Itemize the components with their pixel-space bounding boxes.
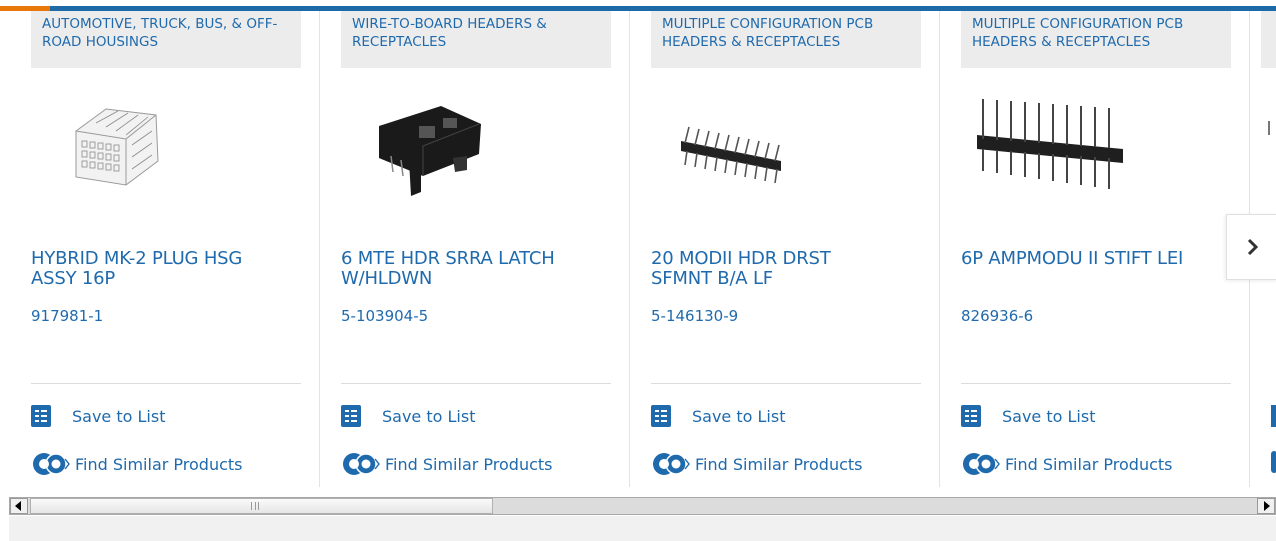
find-similar-button[interactable]: Find Similar Products [961,451,1173,477]
part-number[interactable]: 5-103904-5 [341,307,428,325]
product-category[interactable]: AUTOMOTIVE, TRUCK, BUS, & OFF-ROAD HOUSI… [31,11,301,68]
card-divider [341,383,611,384]
horizontal-scrollbar[interactable] [9,497,1276,515]
product-category[interactable]: WIRE-TO-BOARD HEADERS & RECEPTACLES [341,11,611,68]
save-to-list-button[interactable]: Save to List [31,405,165,427]
card-divider [961,383,1231,384]
carousel-track: AUTOMOTIVE, TRUCK, BUS, & OFF-ROAD HOUSI… [10,11,1276,487]
find-similar-label: Find Similar Products [695,454,863,474]
scrollbar-grip [251,502,259,510]
arrow-left-icon [15,501,21,511]
product-image[interactable] [651,91,921,211]
carousel-next-button[interactable] [1226,214,1276,280]
card-divider [651,383,921,384]
find-similar-button[interactable]: Find Similar Products [341,451,553,477]
product-card: AUTOMOTIVE, TRUCK, BUS, & OFF-ROAD HOUSI… [10,11,320,487]
similar-products-icon [653,453,690,475]
save-to-list-button[interactable]: Save to List [651,405,785,427]
product-category[interactable]: MULTIPLE CONFIGURATION PCB HEADERS & REC… [961,11,1231,68]
checklist-icon [341,405,361,427]
product-image [1268,121,1270,135]
part-number[interactable]: 5-146130-9 [651,307,738,325]
find-similar-label: Find Similar Products [385,454,553,474]
product-title[interactable]: HYBRID MK-2 PLUG HSG ASSY 16P [31,249,301,289]
footer-strip [9,516,1276,541]
part-number[interactable]: 826936-6 [961,307,1033,325]
product-card: MULTIPLE CONFIGURATION PCB HEADERS & REC… [940,11,1250,487]
save-to-list-button[interactable]: Save to List [961,405,1095,427]
product-title[interactable]: 20 MODII HDR DRST SFMNT B/A LF [651,249,921,289]
save-to-list-label: Save to List [692,406,786,426]
product-card: MULTIPLE CONFIGURATION PCB HEADERS & REC… [630,11,940,487]
product-carousel: AUTOMOTIVE, TRUCK, BUS, & OFF-ROAD HOUSI… [0,0,1276,490]
product-image[interactable] [341,91,611,211]
find-similar-button[interactable]: Find Similar Products [651,451,863,477]
scroll-left-button[interactable] [10,498,28,514]
product-image[interactable] [31,91,301,211]
similar-products-icon [1271,451,1276,473]
product-category [1261,11,1276,68]
find-similar-label: Find Similar Products [1005,454,1173,474]
checklist-icon [1271,405,1276,427]
chevron-right-icon [1247,238,1258,256]
similar-products-icon [343,453,380,475]
card-divider [31,383,301,384]
product-category[interactable]: MULTIPLE CONFIGURATION PCB HEADERS & REC… [651,11,921,68]
save-to-list-label: Save to List [72,406,166,426]
find-similar-label: Find Similar Products [75,454,243,474]
find-similar-button[interactable]: Find Similar Products [31,451,243,477]
checklist-icon [651,405,671,427]
part-number[interactable]: 917981-1 [31,307,103,325]
similar-products-icon [963,453,1000,475]
product-title[interactable]: 6P AMPMODU II STIFT LEI [961,249,1231,269]
arrow-right-icon [1264,501,1270,511]
checklist-icon [961,405,981,427]
similar-products-icon [33,453,70,475]
scroll-right-button[interactable] [1257,498,1275,514]
scrollbar-thumb[interactable] [30,498,493,514]
product-image[interactable] [961,91,1231,211]
save-to-list-label: Save to List [1002,406,1096,426]
product-title[interactable]: 6 MTE HDR SRRA LATCH W/HLDWN [341,249,611,289]
product-card: WIRE-TO-BOARD HEADERS & RECEPTACLES 6 MT… [320,11,630,487]
save-to-list-button[interactable]: Save to List [341,405,475,427]
checklist-icon [31,405,51,427]
save-to-list-label: Save to List [382,406,476,426]
